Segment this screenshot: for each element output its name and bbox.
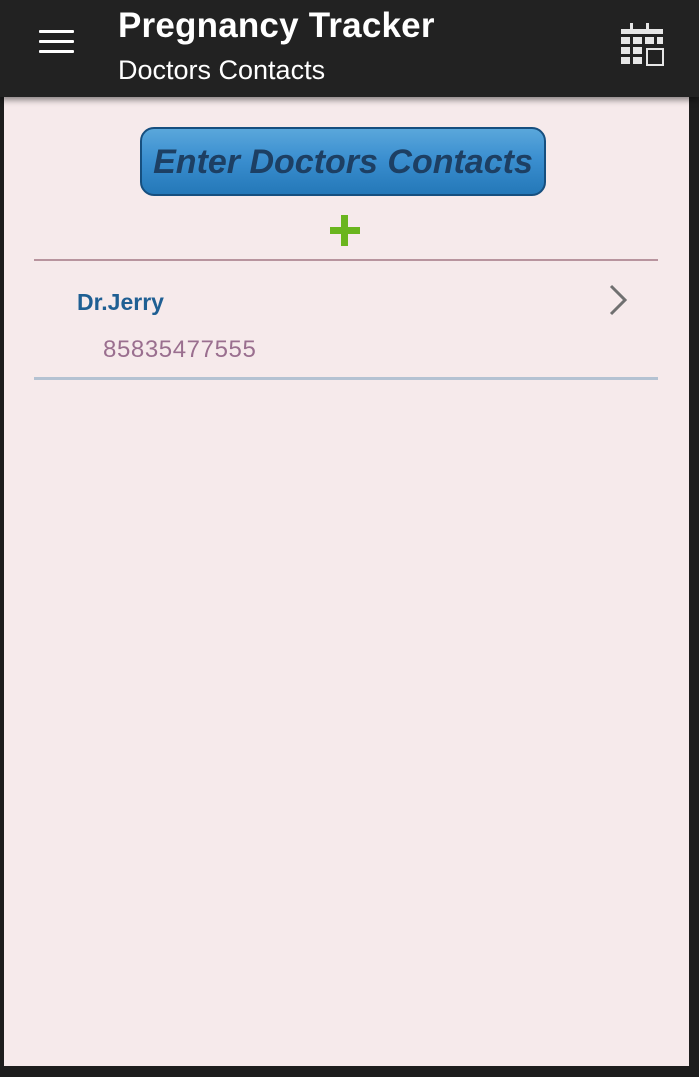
screen: Pregnancy Tracker Doctors Contacts Enter… [0,0,699,1077]
contact-name: Dr.Jerry [77,289,164,315]
enter-doctors-contacts-label: Enter Doctors Contacts [153,143,533,181]
app-bar: Pregnancy Tracker Doctors Contacts [0,0,699,97]
enter-doctors-contacts-button[interactable]: Enter Doctors Contacts [140,127,546,196]
calendar-icon[interactable] [616,20,668,70]
hamburger-menu-icon[interactable] [30,20,86,66]
app-title: Pregnancy Tracker [118,6,435,45]
contact-list-item[interactable]: Dr.Jerry 85835477555 [34,261,658,377]
contact-phone: 85835477555 [103,336,257,363]
content-area: Enter Doctors Contacts Dr.Jerry 85835477… [4,97,689,1066]
chevron-right-icon [606,283,630,317]
list-divider-bottom [34,377,658,380]
app-subtitle: Doctors Contacts [118,55,326,85]
plus-icon[interactable] [325,211,365,251]
